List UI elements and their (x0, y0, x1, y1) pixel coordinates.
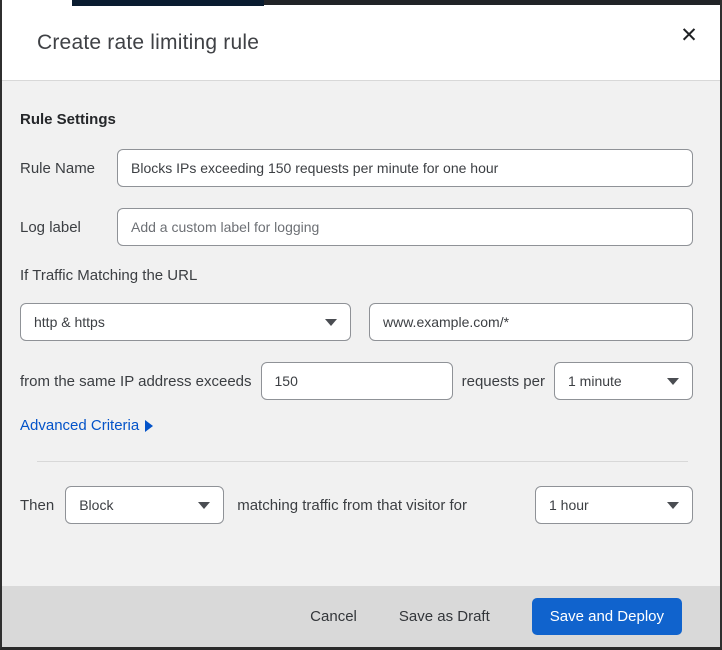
action-select-value: Block (79, 497, 114, 513)
action-select[interactable]: Block (65, 486, 225, 524)
duration-select-value: 1 hour (549, 497, 589, 513)
dialog-header: Create rate limiting rule ✕ (2, 6, 720, 81)
save-and-deploy-button[interactable]: Save and Deploy (531, 598, 682, 635)
period-select-value: 1 minute (568, 373, 622, 389)
log-label-row: Log label (20, 208, 693, 246)
threshold-row: from the same IP address exceeds request… (20, 362, 693, 400)
dialog-footer: Cancel Save as Draft Save and Deploy (2, 586, 720, 647)
then-label: Then (20, 496, 55, 514)
chevron-right-icon (145, 419, 154, 432)
rate-limit-dialog: Create rate limiting rule ✕ Rule Setting… (0, 0, 722, 650)
advanced-criteria-label: Advanced Criteria (20, 417, 140, 434)
chevron-down-icon (667, 377, 679, 385)
matching-traffic-text: matching traffic from that visitor for (237, 496, 468, 514)
duration-select[interactable]: 1 hour (535, 486, 693, 524)
request-threshold-input[interactable] (260, 362, 453, 400)
scheme-select-value: http & https (34, 314, 105, 330)
close-button[interactable]: ✕ (674, 20, 704, 50)
background-dark-strip (264, 0, 720, 5)
dialog-body: Rule Settings Rule Name Log label If Tra… (2, 81, 720, 586)
traffic-match-intro: If Traffic Matching the URL (20, 267, 198, 284)
advanced-criteria-link[interactable]: Advanced Criteria (20, 417, 154, 434)
period-select[interactable]: 1 minute (554, 362, 693, 400)
chevron-down-icon (667, 501, 679, 509)
scheme-url-row: http & https (20, 303, 693, 341)
rule-name-row: Rule Name (20, 149, 693, 187)
log-label-label: Log label (20, 218, 81, 236)
log-label-input[interactable] (117, 208, 693, 246)
exceeds-prefix-text: from the same IP address exceeds (20, 372, 252, 390)
section-divider (37, 461, 688, 462)
scheme-select[interactable]: http & https (20, 303, 351, 341)
action-row: Then Block matching traffic from that vi… (20, 486, 693, 524)
rule-name-label: Rule Name (20, 159, 96, 177)
rule-name-input[interactable] (117, 149, 693, 187)
cancel-button[interactable]: Cancel (310, 608, 357, 625)
save-as-draft-button[interactable]: Save as Draft (399, 608, 490, 625)
chevron-down-icon (325, 318, 337, 326)
close-icon: ✕ (680, 23, 698, 47)
requests-per-text: requests per (461, 372, 545, 390)
rule-settings-heading: Rule Settings (20, 111, 116, 128)
url-pattern-input[interactable] (369, 303, 693, 341)
chevron-down-icon (198, 501, 211, 509)
dialog-title: Create rate limiting rule (37, 31, 260, 54)
